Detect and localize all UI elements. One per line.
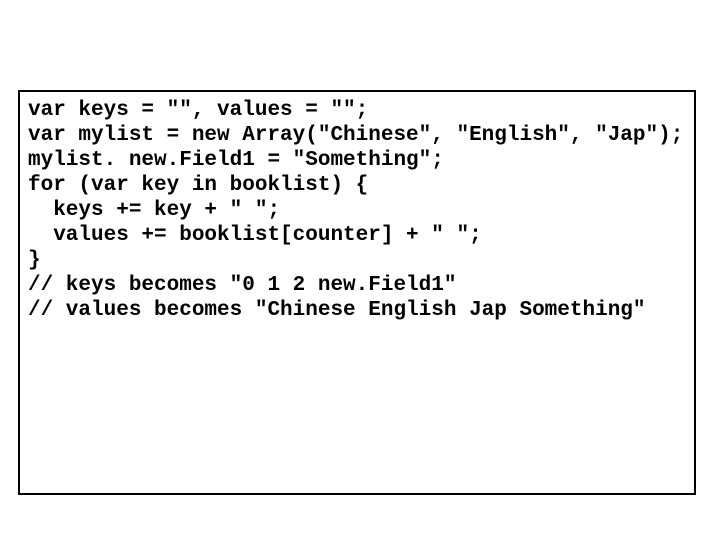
code-line: mylist. new.Field1 = "Something"; — [28, 148, 686, 173]
code-line: } — [28, 248, 686, 273]
code-line: var mylist = new Array("Chinese", "Engli… — [28, 123, 686, 148]
code-line: for (var key in booklist) { — [28, 173, 686, 198]
code-box: var keys = "", values = ""; var mylist =… — [18, 90, 696, 495]
code-line: // values becomes "Chinese English Jap S… — [28, 298, 686, 323]
code-line: // keys becomes "0 1 2 new.Field1" — [28, 273, 686, 298]
code-line: keys += key + " "; — [28, 198, 686, 223]
code-line: var keys = "", values = ""; — [28, 98, 686, 123]
code-line: values += booklist[counter] + " "; — [28, 223, 686, 248]
